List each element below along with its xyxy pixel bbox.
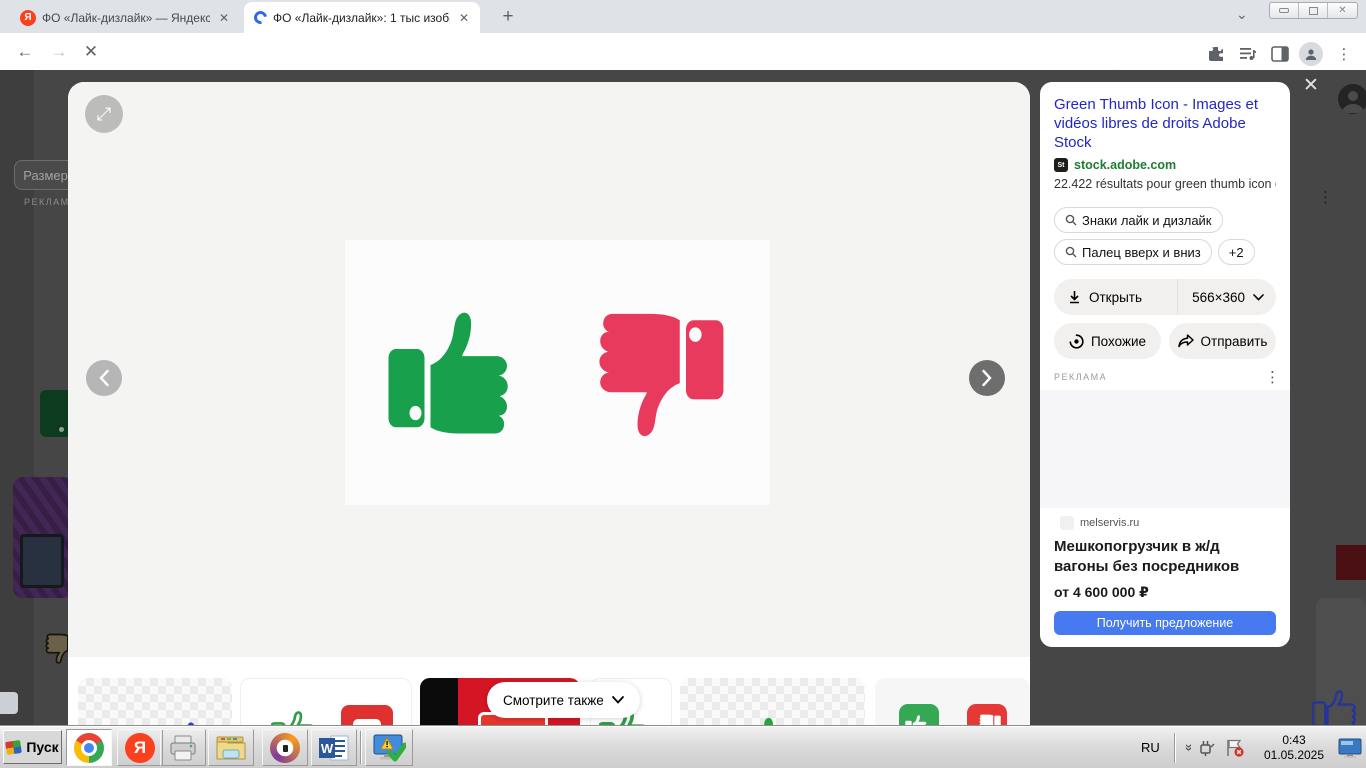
browser-window: Я ФО «Лайк-дизлайк» — Яндекс: на ✕ ФО «Л…: [0, 0, 1366, 768]
ad-card: РЕКЛАМА ⋮ melservis.ru Мешкопогрузчик в …: [1040, 360, 1290, 647]
dimmed-ui-fragment: [0, 692, 18, 714]
browser-toolbar: ← → ✕ yandex.kz/images/search?from=tabba…: [0, 33, 1366, 98]
ad-site-domain[interactable]: melservis.ru: [1080, 517, 1139, 529]
tray-clock[interactable]: 0:43 01.05.2025: [1256, 733, 1332, 763]
taskbar-avast-button[interactable]: [262, 729, 308, 766]
show-desktop-icon[interactable]: [1338, 738, 1362, 758]
profile-avatar[interactable]: [1299, 42, 1323, 66]
yandex-favicon: Я: [20, 9, 36, 26]
chrome-icon: [74, 732, 104, 763]
viewer-close-icon[interactable]: ✕: [1303, 76, 1319, 95]
side-panel-icon[interactable]: [1268, 42, 1292, 66]
dimmed-thumbnail: [13, 477, 73, 598]
new-tab-button[interactable]: +: [496, 5, 520, 29]
yandex-browser-icon: Я: [125, 732, 155, 763]
chevron-down-icon: [611, 696, 624, 704]
back-button[interactable]: ←: [12, 39, 38, 65]
dimmed-results-page: Размер⌄ РЕКЛАМА ⋮ ✕ ⤢: [0, 70, 1366, 768]
related-query-chip[interactable]: Знаки лайк и дизлайк: [1054, 207, 1223, 233]
tab-yandex-search[interactable]: Я ФО «Лайк-дизлайк» — Яндекс: на ✕: [10, 2, 240, 33]
chevron-down-icon: [1253, 293, 1264, 301]
open-size-split-button: Открыть 566×360: [1054, 279, 1276, 315]
browser-menu-icon[interactable]: ⋮: [1332, 42, 1356, 66]
tab-strip: Я ФО «Лайк-дизлайк» — Яндекс: на ✕ ФО «Л…: [0, 0, 1366, 33]
ad-price: от 4 600 000 ₽: [1054, 584, 1149, 600]
taskbar-update-status-button[interactable]: [365, 729, 413, 766]
site-domain[interactable]: stock.adobe.com: [1074, 158, 1176, 172]
start-button[interactable]: Пуск: [3, 730, 62, 764]
taskbar-divider: [360, 731, 362, 764]
windows-flag-icon: [5, 739, 23, 755]
taskbar-yandex-button[interactable]: Я: [117, 729, 163, 766]
forward-button[interactable]: →: [46, 39, 72, 65]
previous-image-button[interactable]: [86, 360, 122, 396]
viewer-stage: ⤢: [68, 82, 1030, 657]
open-button[interactable]: Открыть: [1054, 279, 1156, 315]
folder-icon: [216, 736, 246, 759]
see-also-button[interactable]: Смотрите также: [487, 682, 640, 718]
ad-label: РЕКЛАМА: [1054, 372, 1108, 382]
printer-icon: [170, 735, 196, 760]
share-arrow-icon: [1177, 334, 1194, 348]
related-query-chip[interactable]: Палец вверх и вниз: [1054, 239, 1212, 265]
ad-image-placeholder[interactable]: [1040, 390, 1290, 508]
ad-menu-icon[interactable]: ⋮: [1265, 368, 1280, 386]
safely-remove-hardware-icon[interactable]: [1197, 738, 1216, 757]
next-image-button[interactable]: [969, 360, 1005, 396]
ad-site-favicon: [1060, 516, 1074, 530]
ad-cta-button[interactable]: Получить предложение: [1054, 611, 1276, 635]
send-button[interactable]: Отправить: [1169, 323, 1276, 359]
site-description: 22.422 résultats pour green thumb icon d…: [1054, 177, 1276, 191]
search-icon: [1065, 214, 1077, 226]
language-indicator[interactable]: RU: [1133, 740, 1168, 755]
tray-time: 0:43: [1282, 732, 1306, 747]
avast-browser-icon: [270, 732, 300, 763]
similar-search-icon: [1069, 333, 1084, 349]
site-favicon: St: [1054, 158, 1068, 172]
search-icon: [1065, 246, 1077, 258]
taskbar-printer-button[interactable]: [160, 729, 206, 766]
network-problem-flag-icon[interactable]: [1224, 738, 1246, 758]
taskbar-folder-button[interactable]: [208, 729, 254, 766]
close-window-button[interactable]: ✕: [1328, 3, 1357, 18]
system-tray: RU « 0:43 01.05.2025: [1133, 729, 1362, 766]
dimmed-thumbnail: [1336, 545, 1366, 580]
window-controls: ✕: [1269, 2, 1358, 19]
ad-title[interactable]: Мешкопогрузчик в ж/д вагоны без посредни…: [1040, 530, 1290, 577]
taskbar-word-button[interactable]: W: [311, 729, 357, 766]
size-select-button[interactable]: 566×360: [1177, 279, 1276, 315]
dimmed-thumbnail: [40, 390, 68, 437]
word-icon: W: [319, 735, 349, 760]
more-queries-chip[interactable]: +2: [1217, 239, 1255, 265]
svg-text:W: W: [321, 741, 334, 756]
dimmed-profile-avatar: [1338, 84, 1366, 114]
tab-title: ФО «Лайк-дизлайк»: 1 тыс изобра: [273, 10, 450, 25]
tab-search-chevron-icon[interactable]: ⌄: [1236, 6, 1248, 23]
collections-favicon: [251, 8, 270, 27]
tray-divider: [1173, 732, 1176, 763]
taskbar-chrome-button[interactable]: [66, 729, 112, 766]
restore-button[interactable]: [1299, 3, 1328, 18]
tab-close-icon[interactable]: ✕: [456, 11, 472, 25]
main-image-like-dislike[interactable]: [345, 240, 770, 505]
tray-date: 01.05.2025: [1263, 747, 1325, 762]
source-page-link[interactable]: Green Thumb Icon - Images et vidéos libr…: [1054, 95, 1276, 152]
minimize-button[interactable]: [1270, 3, 1299, 18]
windows-taskbar: Пуск Я W RU « 0:43 01.05.2025: [0, 725, 1366, 768]
tab-images-result[interactable]: ФО «Лайк-дизлайк»: 1 тыс изобра ✕: [244, 2, 480, 33]
tab-title: ФО «Лайк-дизлайк» — Яндекс: на: [42, 10, 210, 25]
fullscreen-expand-icon[interactable]: ⤢: [85, 95, 123, 133]
download-icon: [1070, 291, 1079, 304]
image-info-panel: Green Thumb Icon - Images et vidéos libr…: [1040, 82, 1290, 401]
similar-images-button[interactable]: Похожие: [1054, 323, 1161, 359]
tab-close-icon[interactable]: ✕: [216, 11, 232, 25]
media-controls-icon[interactable]: [1236, 42, 1260, 66]
extensions-puzzle-icon[interactable]: [1204, 42, 1228, 66]
stop-button[interactable]: ✕: [78, 39, 104, 65]
monitor-warning-check-icon: [373, 734, 406, 761]
show-hidden-icons-chevron[interactable]: «: [1180, 744, 1195, 751]
dimmed-menu-dots: ⋮: [1318, 189, 1333, 206]
image-viewer-card: ⤢ Смотрите также: [68, 82, 1030, 756]
